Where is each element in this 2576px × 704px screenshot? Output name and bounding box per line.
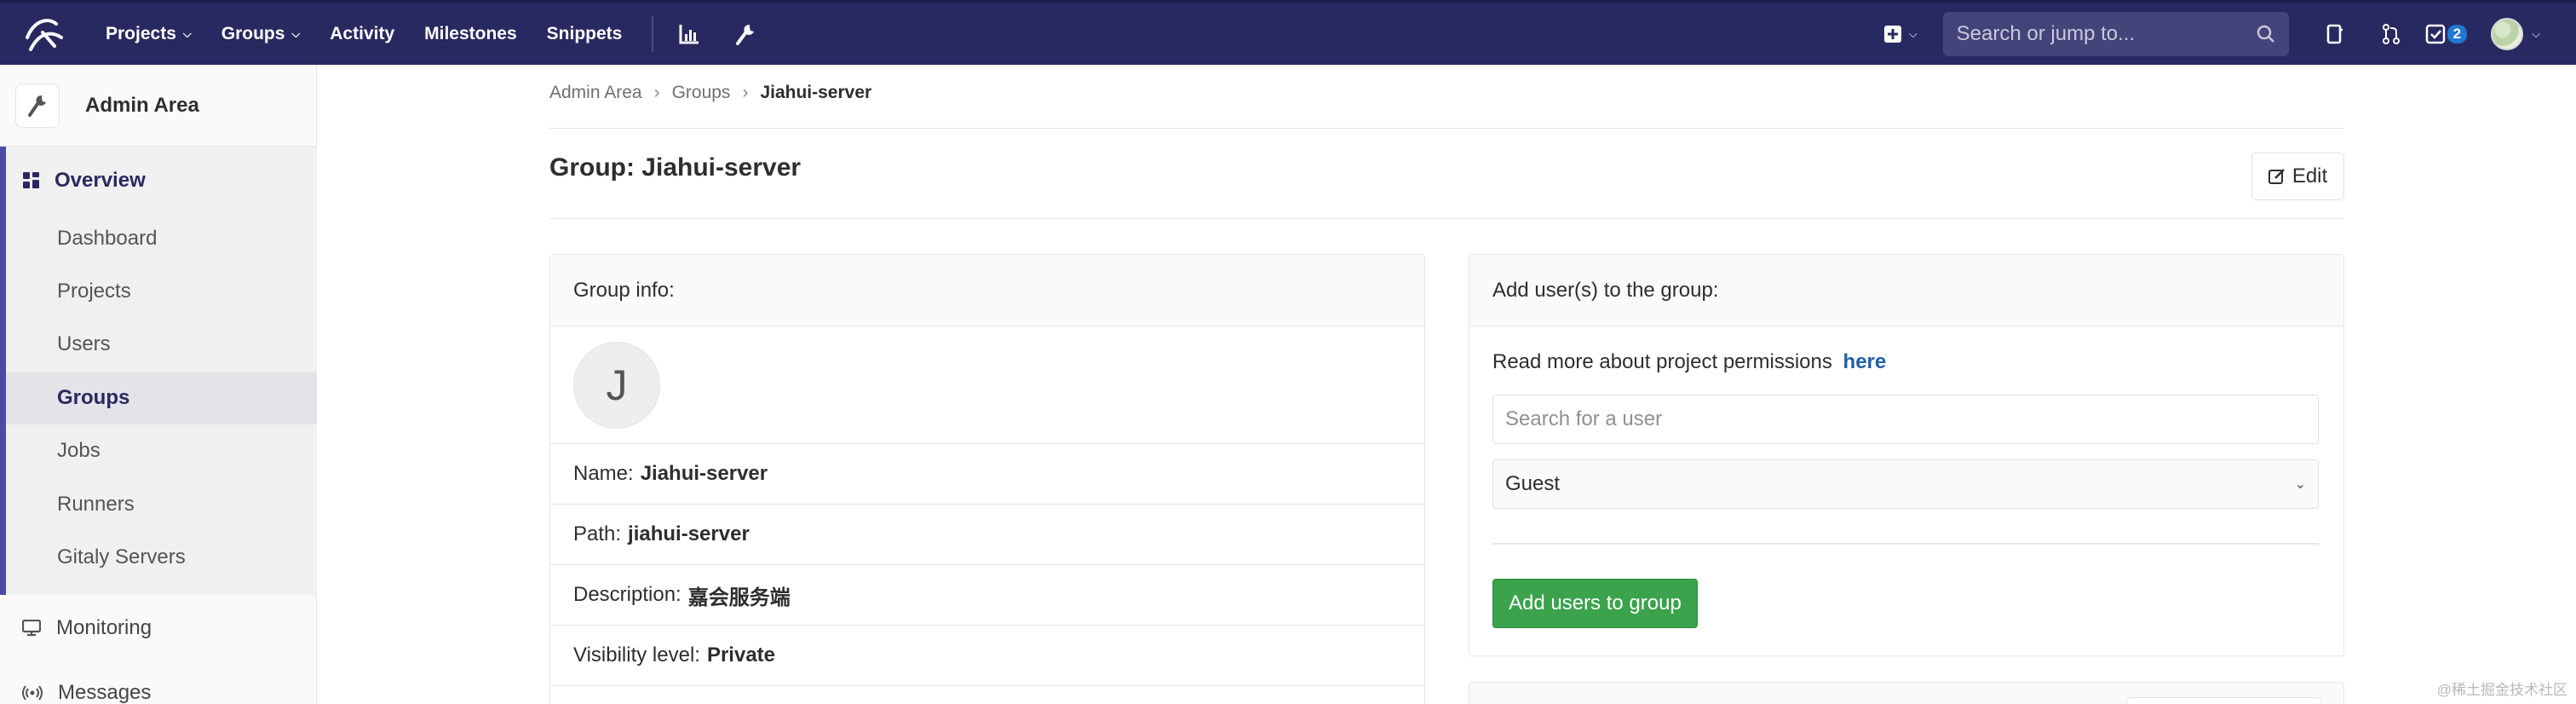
nav-milestones-label: Milestones: [424, 23, 517, 43]
permissions-text: Read more about project permissions here: [1492, 350, 2320, 374]
access-level-value: Guest: [1505, 472, 1561, 495]
user-menu-dropdown[interactable]: ⌵: [2491, 17, 2540, 50]
divider: [1492, 543, 2319, 545]
edit-pencil-icon: [2268, 169, 2285, 184]
todo-check-icon: [2425, 24, 2445, 43]
permissions-text-label: Read more about project permissions: [1492, 350, 1832, 373]
edit-button-label: Edit: [2291, 164, 2328, 188]
path-label: Path:: [573, 522, 622, 545]
permissions-link[interactable]: here: [1843, 350, 1887, 373]
chevron-right-icon: ›: [742, 83, 749, 102]
nav-activity-link[interactable]: Activity: [330, 24, 394, 44]
watermark: @稀土掘金技术社区: [2436, 682, 2567, 698]
name-label: Name:: [573, 462, 634, 485]
description-label: Description:: [573, 583, 681, 606]
group-visibility-row: Visibility level: Private: [550, 626, 1424, 686]
nav-divider: [652, 15, 654, 52]
sidebar-title: Admin Area: [85, 93, 199, 117]
group-name-row: Name: Jiahui-server: [550, 444, 1424, 505]
monitor-icon: [22, 620, 41, 637]
group-description-row: Description: 嘉会服务端: [550, 565, 1424, 626]
group-info-panel: Group info: J Name: Jiahui-server Path: …: [549, 254, 1425, 704]
admin-wrench-icon: [15, 83, 60, 128]
sidebar-item-jobs[interactable]: Jobs: [6, 424, 317, 477]
nav-groups-dropdown[interactable]: Groups ⌵: [221, 24, 301, 44]
admin-sidebar: Admin Area Overview Dashboard Projects U…: [0, 65, 317, 704]
sidebar-item-label: Monitoring: [56, 616, 152, 639]
chevron-down-icon: ⌵: [182, 26, 192, 40]
gitlab-logo-icon[interactable]: [20, 10, 68, 58]
global-search-input[interactable]: [1956, 21, 2257, 46]
chevron-down-icon: ⌵: [291, 26, 301, 40]
divider: [549, 218, 2344, 219]
group-avatar-row: J: [550, 326, 1424, 444]
broadcast-icon: [22, 685, 43, 701]
chevron-down-icon: ⌵: [1908, 26, 1918, 40]
sidebar-item-dashboard[interactable]: Dashboard: [6, 212, 317, 265]
access-level-select[interactable]: Guest ⌄: [1492, 459, 2319, 509]
sidebar-item-runners[interactable]: Runners: [6, 478, 317, 531]
sidebar-item-label: Messages: [58, 681, 152, 704]
visibility-label: Visibility level:: [573, 643, 700, 666]
sidebar-item-gitaly-servers[interactable]: Gitaly Servers: [6, 531, 317, 584]
chevron-right-icon: ›: [653, 83, 660, 102]
breadcrumb-groups[interactable]: Groups: [672, 83, 731, 103]
nav-groups-label: Groups: [221, 23, 285, 43]
issues-icon[interactable]: [2313, 12, 2357, 56]
sidebar-item-groups[interactable]: Groups: [6, 372, 317, 424]
nav-milestones-link[interactable]: Milestones: [424, 24, 517, 44]
sidebar-item-projects[interactable]: Projects: [6, 265, 317, 318]
search-icon: [2257, 25, 2274, 43]
group-avatar: J: [573, 341, 660, 429]
new-item-dropdown[interactable]: ⌵: [1883, 25, 1918, 43]
overview-grid-icon: [23, 172, 39, 188]
path-value: jiahui-server: [628, 522, 750, 545]
top-navbar: Projects ⌵ Groups ⌵ Activity Milestones Sn…: [0, 0, 2576, 65]
user-search-input[interactable]: [1492, 395, 2319, 444]
group-info-header: Group info:: [550, 255, 1424, 326]
todo-count-badge: 2: [2447, 24, 2468, 43]
divider: [549, 128, 2344, 129]
avatar: [2491, 17, 2524, 50]
visibility-value: Private: [706, 643, 776, 666]
sidebar-item-label: Overview: [55, 169, 146, 192]
breadcrumb-admin-area[interactable]: Admin Area: [549, 83, 642, 103]
admin-wrench-icon[interactable]: [723, 12, 768, 56]
breadcrumb: Admin Area › Groups › Jiahui-server: [549, 83, 871, 103]
chart-icon[interactable]: [667, 12, 711, 56]
breadcrumb-current-group[interactable]: Jiahui-server: [760, 83, 871, 103]
add-users-panel: Add user(s) to the group: Read more abou…: [1469, 254, 2344, 656]
nav-snippets-link[interactable]: Snippets: [547, 24, 623, 44]
todos-button[interactable]: 2: [2425, 24, 2468, 44]
page-title: Group: Jiahui-server: [549, 153, 802, 182]
name-value: Jiahui-server: [640, 462, 768, 485]
nav-activity-label: Activity: [330, 23, 395, 43]
sidebar-item-monitoring[interactable]: Monitoring: [0, 602, 317, 655]
sidebar-item-users[interactable]: Users: [6, 318, 317, 371]
sidebar-item-messages[interactable]: Messages: [0, 666, 317, 704]
edit-button[interactable]: Edit: [2251, 153, 2344, 200]
group-path-row: Path: jiahui-server: [550, 505, 1424, 565]
merge-request-icon[interactable]: [2369, 12, 2413, 56]
description-value: 嘉会服务端: [687, 586, 791, 609]
search-box[interactable]: [1942, 11, 2289, 56]
nav-snippets-label: Snippets: [546, 23, 623, 43]
nav-projects-dropdown[interactable]: Projects ⌵: [106, 24, 192, 44]
plus-square-icon: [1883, 25, 1901, 43]
sidebar-item-overview[interactable]: Overview: [0, 147, 146, 215]
sidebar-header[interactable]: Admin Area: [0, 65, 316, 147]
add-users-header: Add user(s) to the group:: [1469, 255, 2343, 326]
next-panel-button[interactable]: [2126, 697, 2322, 704]
add-users-button[interactable]: Add users to group: [1492, 579, 1698, 628]
chevron-down-icon: ⌄: [2294, 477, 2306, 492]
chevron-down-icon: ⌵: [2532, 26, 2540, 40]
nav-projects-label: Projects: [106, 23, 176, 43]
